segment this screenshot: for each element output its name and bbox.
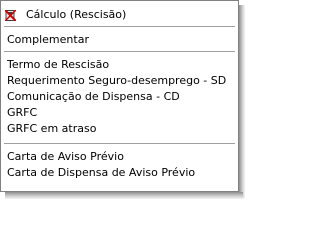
menu-item-seguro-desemprego[interactable]: Requerimento Seguro-desemprego - SD (2, 73, 237, 89)
menu-shadow-bottom (5, 192, 243, 199)
context-menu-stage: Cálculo (Rescisão) Complementar Termo de… (0, 0, 246, 200)
menu-item-label: Carta de Dispensa de Aviso Prévio (7, 166, 196, 179)
menu-item-label: Complementar (7, 33, 89, 46)
menu-separator (4, 51, 235, 53)
menu-item-calculo-rescisao[interactable]: Cálculo (Rescisão) (2, 7, 237, 23)
menu-item-label: Comunicação de Dispensa - CD (7, 90, 180, 103)
menu-item-carta-aviso-previo[interactable]: Carta de Aviso Prévio (2, 149, 237, 165)
menu-item-label: GRFC em atraso (7, 122, 97, 135)
menu-item-carta-dispensa-aviso[interactable]: Carta de Dispensa de Aviso Prévio (2, 165, 237, 181)
context-menu: Cálculo (Rescisão) Complementar Termo de… (0, 0, 239, 192)
menu-item-label: Carta de Aviso Prévio (7, 150, 124, 163)
menu-item-termo-rescisao[interactable]: Termo de Rescisão (2, 57, 237, 73)
menu-item-comunicacao-dispensa[interactable]: Comunicação de Dispensa - CD (2, 89, 237, 105)
menu-separator (4, 26, 235, 28)
menu-item-label: Requerimento Seguro-desemprego - SD (7, 74, 227, 87)
calculator-strike-icon (5, 10, 16, 21)
menu-separator (4, 143, 235, 145)
menu-shadow-right (239, 5, 245, 198)
menu-item-grfc-atraso[interactable]: GRFC em atraso (2, 121, 237, 137)
menu-item-label: Cálculo (Rescisão) (26, 8, 127, 21)
menu-item-grfc[interactable]: GRFC (2, 105, 237, 121)
menu-item-label: Termo de Rescisão (7, 58, 110, 71)
menu-item-label: GRFC (7, 106, 38, 119)
menu-item-complementar[interactable]: Complementar (2, 32, 237, 48)
